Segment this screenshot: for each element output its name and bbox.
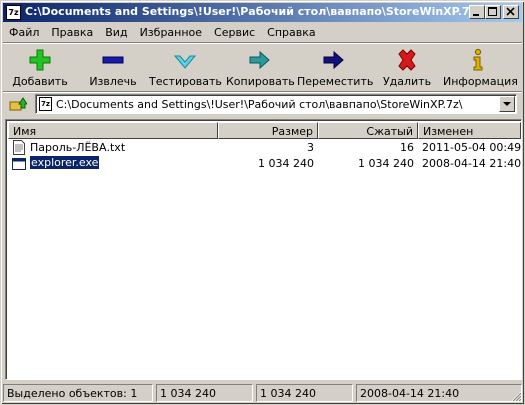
checkmark-icon (173, 55, 197, 69)
file-name: Пароль-ЛЁВА.txt (30, 141, 126, 154)
maximize-button[interactable] (485, 5, 501, 19)
file-packed: 16 (400, 141, 414, 154)
file-size: 3 (307, 141, 314, 154)
menu-bar: Файл Правка Вид Избранное Сервис Справка (3, 23, 522, 42)
status-selected: Выделено объектов: 1 (3, 384, 153, 402)
file-list[interactable]: Имя Размер Сжатый Изменен Пароль-ЛЁВА.tx… (5, 119, 522, 380)
copy-arrow-icon (249, 50, 270, 70)
address-path: C:\Documents and Settings\!User!\Рабочий… (56, 98, 463, 111)
text-file-icon (13, 140, 25, 155)
file-name: explorer.exe (28, 155, 101, 170)
file-packed: 1 034 240 (358, 157, 414, 170)
minus-icon (102, 56, 124, 64)
minimize-icon (473, 14, 479, 16)
status-size: 1 034 240 (156, 384, 253, 402)
test-button[interactable]: Тестировать (149, 46, 222, 90)
info-button[interactable]: Информация (443, 46, 518, 90)
file-row[interactable]: Пароль-ЛЁВА.txt 3 16 2011-05-04 00:49 (8, 140, 521, 156)
maximize-icon (488, 7, 497, 16)
copy-button[interactable]: Копировать (226, 46, 295, 90)
up-folder-icon[interactable] (9, 95, 27, 113)
add-label: Добавить (12, 75, 68, 88)
column-modified[interactable]: Изменен (418, 122, 521, 139)
menu-tools[interactable]: Сервис (208, 23, 261, 42)
column-name[interactable]: Имя (8, 122, 218, 139)
status-bar: Выделено объектов: 1 1 034 240 1 034 240… (3, 384, 522, 402)
test-label: Тестировать (149, 75, 222, 88)
exe-file-icon (12, 158, 26, 170)
menu-file[interactable]: Файл (3, 23, 45, 42)
info-icon (473, 48, 483, 71)
column-size[interactable]: Размер (218, 122, 318, 139)
app-window: 7z C:\Documents and Settings\!User!\Рабо… (0, 0, 525, 405)
file-size: 1 034 240 (258, 157, 314, 170)
delete-button[interactable]: Удалить (379, 46, 435, 90)
close-button[interactable] (503, 5, 519, 19)
move-arrow-icon (323, 50, 344, 70)
minimize-button[interactable] (469, 5, 485, 19)
move-button[interactable]: Переместить (297, 46, 374, 90)
close-icon (506, 7, 515, 16)
archive-icon: 7z (39, 97, 52, 111)
menu-edit[interactable]: Правка (45, 23, 99, 42)
delete-x-icon (398, 49, 416, 71)
column-packed[interactable]: Сжатый (318, 122, 418, 139)
file-row-selected[interactable]: explorer.exe 1 034 240 1 034 240 2008-04… (8, 155, 522, 172)
menu-view[interactable]: Вид (99, 23, 133, 42)
menu-favorites[interactable]: Избранное (134, 23, 208, 42)
list-header: Имя Размер Сжатый Изменен (8, 122, 521, 139)
plus-icon (29, 49, 51, 71)
copy-label: Копировать (226, 75, 295, 88)
delete-label: Удалить (382, 75, 432, 88)
title-bar[interactable]: 7z C:\Documents and Settings\!User!\Рабо… (3, 3, 522, 22)
status-modified: 2008-04-14 21:40 (356, 384, 522, 402)
file-modified: 2008-04-14 21:40 (422, 157, 522, 170)
status-packed: 1 034 240 (256, 384, 353, 402)
menu-help[interactable]: Справка (261, 23, 321, 42)
move-label: Переместить (297, 75, 374, 88)
file-modified: 2011-05-04 00:49 (422, 141, 522, 154)
resize-grip-icon[interactable] (510, 390, 522, 402)
info-label: Информация (443, 75, 518, 88)
toolbar: Добавить Извлечь Тестировать Копировать … (3, 44, 522, 91)
window-title: C:\Documents and Settings\!User!\Рабочий… (25, 5, 480, 18)
address-dropdown-button[interactable] (499, 96, 515, 112)
selected-file-name: explorer.exe (28, 155, 101, 170)
extract-button[interactable]: Извлечь (85, 46, 141, 90)
address-field[interactable]: 7z C:\Documents and Settings\!User!\Рабо… (35, 94, 517, 114)
chevron-down-icon (503, 102, 511, 106)
app-icon: 7z (6, 5, 21, 20)
add-button[interactable]: Добавить (9, 46, 71, 90)
extract-label: Извлечь (89, 75, 137, 88)
address-bar: 7z C:\Documents and Settings\!User!\Рабо… (3, 93, 522, 115)
